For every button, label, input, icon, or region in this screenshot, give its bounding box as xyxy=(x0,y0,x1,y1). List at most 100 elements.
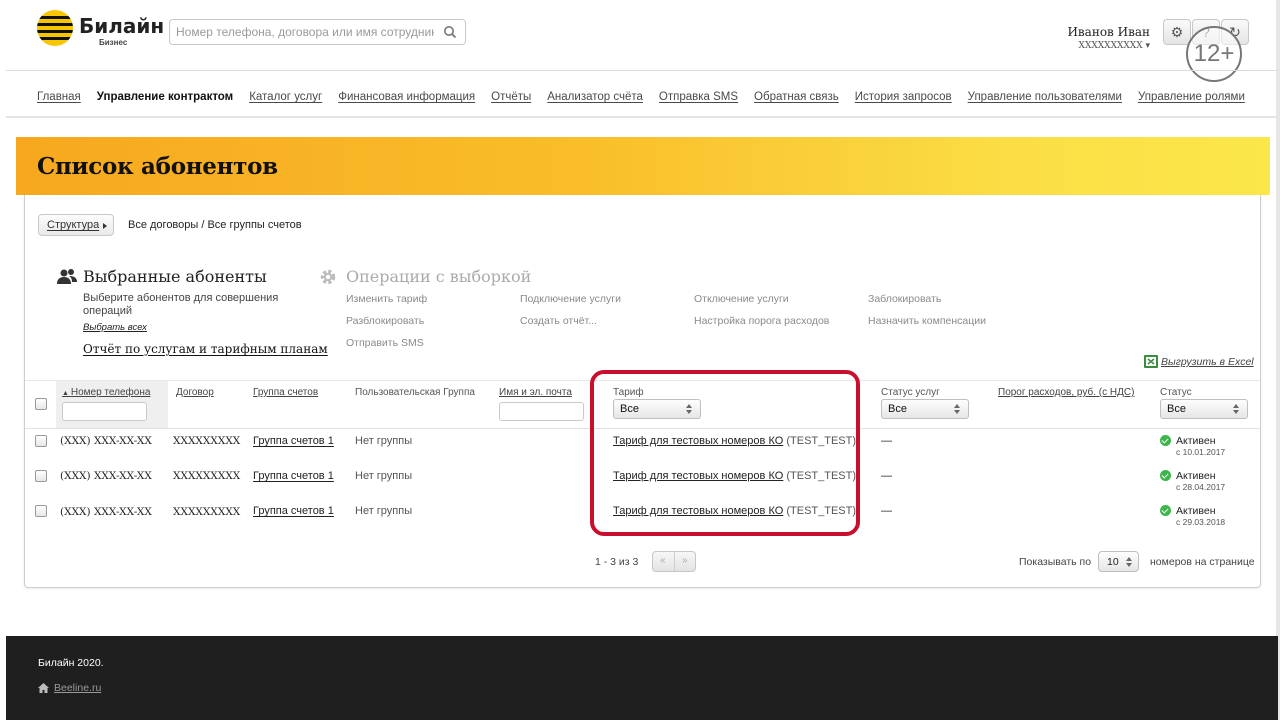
nav-item-8[interactable]: История запросов xyxy=(855,91,952,103)
search-icon[interactable] xyxy=(443,25,457,39)
selected-title: Выбранные абоненты xyxy=(83,267,267,286)
cell-status: Активен xyxy=(1176,435,1216,447)
cell-status: Активен xyxy=(1176,505,1216,517)
cell-service-status: — xyxy=(881,470,892,482)
op-send-sms[interactable]: Отправить SMS xyxy=(346,337,424,349)
gear-icon: ⚙ xyxy=(1170,23,1184,40)
cell-account-group-link[interactable]: Группа счетов 1 xyxy=(253,505,334,517)
cell-contract: XXXXXXXXX xyxy=(173,470,241,482)
per-page-select[interactable]: 10 xyxy=(1098,551,1139,572)
status-since: с 10.01.2017 xyxy=(1176,447,1226,457)
cell-account-group-link[interactable]: Группа счетов 1 xyxy=(253,435,334,447)
report-link[interactable]: Отчёт по услугам и тарифным планам xyxy=(83,342,328,356)
footer-site-link[interactable]: Beeline.ru xyxy=(54,682,101,694)
logo-name: Билайн xyxy=(79,14,165,38)
sort-asc-icon: ▲ xyxy=(62,390,71,397)
footer-copyright: Билайн 2020. xyxy=(38,657,104,669)
op-spend-threshold[interactable]: Настройка порога расходов xyxy=(694,315,829,327)
status-filter-select[interactable]: Все xyxy=(1160,399,1248,419)
nav-item-2[interactable]: Каталог услуг xyxy=(249,91,322,103)
cell-phone: (XXX) XXX-XX-XX xyxy=(60,470,152,482)
operations-title: Операции с выборкой xyxy=(346,267,532,286)
cell-user-group: Нет группы xyxy=(355,470,413,482)
home-icon xyxy=(38,683,49,693)
page-banner: Список абонентов xyxy=(16,137,1270,195)
nav-item-5[interactable]: Анализатор счёта xyxy=(547,91,643,103)
nav-item-7[interactable]: Обратная связь xyxy=(754,91,839,103)
status-active-icon xyxy=(1160,435,1171,446)
export-excel-link[interactable]: Выгрузить в Excel xyxy=(1161,356,1254,368)
nav-item-9[interactable]: Управление пользователями xyxy=(968,91,1122,103)
main-nav: Главная Управление контрактом Каталог услу… xyxy=(37,91,1245,103)
cell-contract: XXXXXXXXX xyxy=(173,435,241,447)
structure-button-label: Структура xyxy=(47,219,100,231)
pagination-buttons: « » xyxy=(652,551,696,572)
th-status: Статус xyxy=(1160,387,1192,398)
settings-button[interactable]: ⚙ xyxy=(1163,19,1191,45)
select-all-link[interactable]: Выбрать всех xyxy=(83,322,147,333)
select-all-checkbox[interactable] xyxy=(35,398,47,410)
op-unblock[interactable]: Разблокировать xyxy=(346,315,424,327)
user-menu[interactable]: Иванов Иван XXXXXXXXXX ▾ xyxy=(1067,25,1150,51)
right-border xyxy=(1276,0,1280,720)
phone-filter-input[interactable] xyxy=(62,402,147,421)
op-disconnect-service[interactable]: Отключение услуги xyxy=(694,293,789,305)
cell-phone: (XXX) XXX-XX-XX xyxy=(60,506,152,518)
status-since: с 28.04.2017 xyxy=(1176,482,1226,492)
status-since: с 29.03.2018 xyxy=(1176,517,1226,527)
search-input[interactable] xyxy=(176,24,434,40)
nav-item-6[interactable]: Отправка SMS xyxy=(659,91,738,103)
cell-phone: (XXX) XXX-XX-XX xyxy=(60,435,152,447)
age-rating-badge: 12+ xyxy=(1186,26,1242,82)
page: Билайн Бизнес Иванов Иван XXXXXXXXXX ▾ ⚙… xyxy=(0,0,1280,720)
cell-account-group-link[interactable]: Группа счетов 1 xyxy=(253,470,334,482)
th-threshold[interactable]: Порог расходов, руб. (с НДС) xyxy=(998,387,1134,398)
user-account[interactable]: XXXXXXXXXX ▾ xyxy=(1067,41,1150,51)
next-page-button[interactable]: » xyxy=(682,555,688,566)
status-active-icon xyxy=(1160,470,1171,481)
cell-contract: XXXXXXXXX xyxy=(173,506,241,518)
name-filter-input[interactable] xyxy=(499,402,584,421)
op-create-report[interactable]: Создать отчёт... xyxy=(520,315,597,327)
structure-button[interactable]: Структура xyxy=(38,214,114,236)
row-checkbox[interactable] xyxy=(35,435,47,447)
nav-item-1[interactable]: Управление контрактом xyxy=(97,91,233,103)
nav-item-0[interactable]: Главная xyxy=(37,91,81,103)
nav-item-3[interactable]: Финансовая информация xyxy=(338,91,475,103)
chevron-right-icon xyxy=(103,223,107,229)
users-icon xyxy=(57,269,77,284)
th-service-status: Статус услуг xyxy=(881,387,940,398)
pagination-info: 1 - 3 из 3 xyxy=(595,556,639,568)
th-phone-label: Номер телефона xyxy=(70,387,151,398)
service-status-filter-select[interactable]: Все xyxy=(881,399,969,419)
nav-item-4[interactable]: Отчёты xyxy=(491,91,531,103)
op-connect-service[interactable]: Подключение услуги xyxy=(520,293,621,305)
tariff-highlight-frame xyxy=(590,370,860,536)
logo-mark-icon xyxy=(37,10,73,46)
op-change-tariff[interactable]: Изменить тариф xyxy=(346,293,427,305)
nav-item-10[interactable]: Управление ролями xyxy=(1138,91,1245,103)
cell-user-group: Нет группы xyxy=(355,435,413,447)
prev-page-button[interactable]: « xyxy=(660,555,666,566)
row-checkbox[interactable] xyxy=(35,470,47,482)
cell-service-status: — xyxy=(881,435,892,447)
search-box xyxy=(169,19,466,45)
excel-icon xyxy=(1144,355,1158,368)
header-divider xyxy=(6,70,1278,71)
th-contract[interactable]: Договор xyxy=(176,387,214,398)
th-account-group[interactable]: Группа счетов xyxy=(253,387,318,398)
op-assign-compensation[interactable]: Назначить компенсации xyxy=(868,315,986,327)
op-block[interactable]: Заблокировать xyxy=(868,293,941,305)
status-active-icon xyxy=(1160,505,1171,516)
nav-divider xyxy=(6,116,1278,118)
logo-sub: Бизнес xyxy=(99,38,128,47)
per-page-suffix: номеров на странице xyxy=(1150,556,1255,568)
cell-status: Активен xyxy=(1176,470,1216,482)
cell-service-status: — xyxy=(881,505,892,517)
logo[interactable]: Билайн Бизнес xyxy=(37,10,164,50)
th-phone[interactable]: ▲ Номер телефона xyxy=(62,387,150,398)
breadcrumb: Все договоры / Все группы счетов xyxy=(128,219,302,231)
th-name-email[interactable]: Имя и эл. почта xyxy=(499,387,572,398)
page-title: Список абонентов xyxy=(37,153,278,180)
row-checkbox[interactable] xyxy=(35,505,47,517)
